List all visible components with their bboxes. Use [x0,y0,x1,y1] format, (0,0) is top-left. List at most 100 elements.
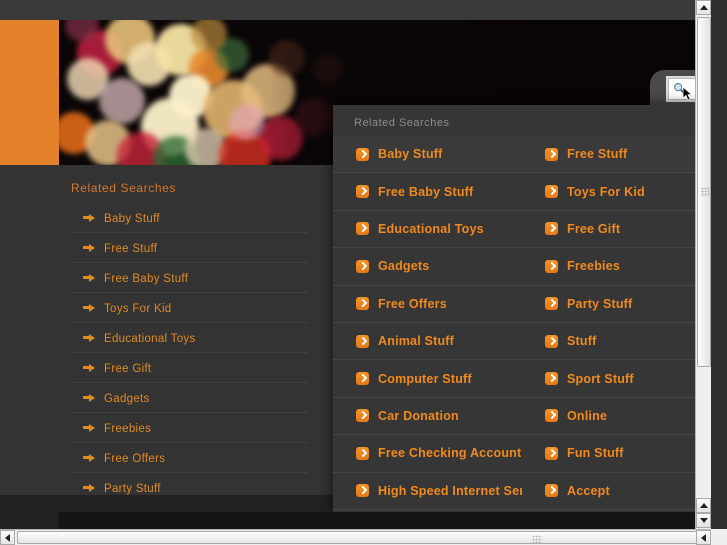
popup-link-label: Car Donation [378,408,459,423]
arrow-right-icon [83,452,95,463]
arrow-right-icon [83,392,95,403]
popup-row: Free Checking Account Fun Stuff [333,435,711,473]
popup-link[interactable]: Free Checking Account [333,446,522,460]
chevron-right-icon [356,484,369,498]
popup-link[interactable]: Accept [522,484,711,498]
chevron-right-icon [356,185,369,199]
popup-link-label: Free Stuff [567,147,628,162]
chevron-right-icon [545,484,558,498]
popup-link[interactable]: Car Donation [333,409,522,423]
popup-link[interactable]: Online [522,409,711,423]
popup-link[interactable]: Free Stuff [522,147,711,161]
orange-accent-block [0,20,59,165]
popup-link-label: Gadgets [378,259,430,274]
chevron-right-icon [356,409,369,423]
chevron-right-icon [356,334,369,348]
chevron-right-icon [356,297,369,311]
popup-row: Free Baby Stuff Toys For Kid [333,173,711,211]
related-searches-popup: Related Searches Baby Stuff Free Stuff Fre… [333,105,711,512]
popup-row: Baby Stuff Free Stuff [333,136,711,174]
popup-row: Animal Stuff Stuff [333,323,711,361]
popup-link[interactable]: Computer Stuff [333,372,522,386]
footer-dark-band [59,512,711,529]
sidebar-item-label: Free Stuff [104,243,158,255]
popup-link-label: Free Offers [378,296,447,311]
chevron-right-icon [545,222,558,236]
popup-link[interactable]: High Speed Internet Service [333,484,522,498]
popup-link-label: Computer Stuff [378,371,472,386]
popup-link[interactable]: Educational Toys [333,222,522,236]
popup-link[interactable]: Party Stuff [522,297,711,311]
sidebar-item[interactable]: Free Baby Stuff [71,263,307,293]
chevron-right-icon [545,259,558,273]
chevron-right-icon [356,147,369,161]
sidebar-item[interactable]: Baby Stuff [71,203,307,233]
chevron-right-icon [545,147,558,161]
popup-link-label: Sport Stuff [567,371,634,386]
arrow-right-icon [83,362,95,373]
sidebar-item[interactable]: Toys For Kid [71,293,307,323]
arrow-right-icon [83,272,95,283]
popup-link-grid: Baby Stuff Free Stuff Free Baby Stuff Toys … [333,136,711,510]
popup-link-label: Animal Stuff [378,334,455,349]
sidebar-item[interactable]: Gadgets [71,383,307,413]
scroll-down-button[interactable] [696,513,711,528]
chevron-right-icon [545,334,558,348]
popup-link[interactable]: Gadgets [333,259,522,273]
popup-link-label: Stuff [567,334,597,349]
sidebar-item[interactable]: Free Stuff [71,233,307,263]
sidebar-item-label: Gadgets [104,393,150,405]
chevron-right-icon [356,446,369,460]
popup-link[interactable]: Fun Stuff [522,446,711,460]
arrow-right-icon [83,482,95,493]
scroll-left-button[interactable] [0,530,15,545]
sidebar-item-label: Free Gift [104,363,152,375]
horizontal-scrollbar[interactable] [0,529,727,545]
popup-link-label: Free Gift [567,221,621,236]
popup-title: Related Searches [354,117,450,129]
popup-link[interactable]: Free Gift [522,222,711,236]
popup-link[interactable]: Free Offers [333,297,522,311]
chevron-right-icon [545,409,558,423]
popup-link-label: Online [567,408,608,423]
popup-link-label: Free Baby Stuff [378,184,474,199]
popup-link[interactable]: Free Baby Stuff [333,185,522,199]
vertical-scrollbar[interactable] [695,0,711,529]
arrow-right-icon [83,212,95,223]
scroll-right-button-inner[interactable] [696,530,711,545]
popup-link[interactable]: Baby Stuff [333,147,522,161]
arrow-right-icon [83,332,95,343]
sidebar-item[interactable]: Free Gift [71,353,307,383]
popup-link-label: Party Stuff [567,296,633,311]
left-related-searches-column: Related Searches Baby Stuff Free Stuff Fre… [59,165,333,512]
popup-link[interactable]: Toys For Kid [522,185,711,199]
sidebar-item[interactable]: Freebies [71,413,307,443]
sidebar-item[interactable]: Educational Toys [71,323,307,353]
popup-link[interactable]: Freebies [522,259,711,273]
popup-row: Educational Toys Free Gift [333,211,711,249]
popup-link[interactable]: Animal Stuff [333,334,522,348]
popup-link-label: Fun Stuff [567,446,624,461]
sidebar-item[interactable]: Free Offers [71,443,307,473]
scroll-down-button-upper[interactable] [696,498,711,513]
chevron-right-icon [545,297,558,311]
chevron-right-icon [356,372,369,386]
vertical-scroll-thumb[interactable] [697,17,711,367]
chevron-right-icon [545,372,558,386]
sidebar-item-label: Free Baby Stuff [104,273,189,285]
popup-link-label: Accept [567,483,610,498]
scroll-up-button[interactable] [696,0,711,15]
popup-link-label: High Speed Internet Service [378,483,522,498]
popup-link[interactable]: Stuff [522,334,711,348]
top-band [0,0,711,20]
popup-row: Computer Stuff Sport Stuff [333,360,711,398]
sidebar-item-label: Educational Toys [104,333,196,345]
scrollbar-corner [711,529,727,545]
browser-viewport: Related Searches Baby Stuff Free Stuff Fre… [0,0,711,529]
mouse-cursor-icon [683,87,693,101]
popup-link[interactable]: Sport Stuff [522,372,711,386]
popup-link-label: Baby Stuff [378,147,443,162]
horizontal-scroll-thumb[interactable] [17,531,727,544]
popup-link-label: Toys For Kid [567,184,645,199]
popup-link-label: Free Checking Account [378,446,522,461]
